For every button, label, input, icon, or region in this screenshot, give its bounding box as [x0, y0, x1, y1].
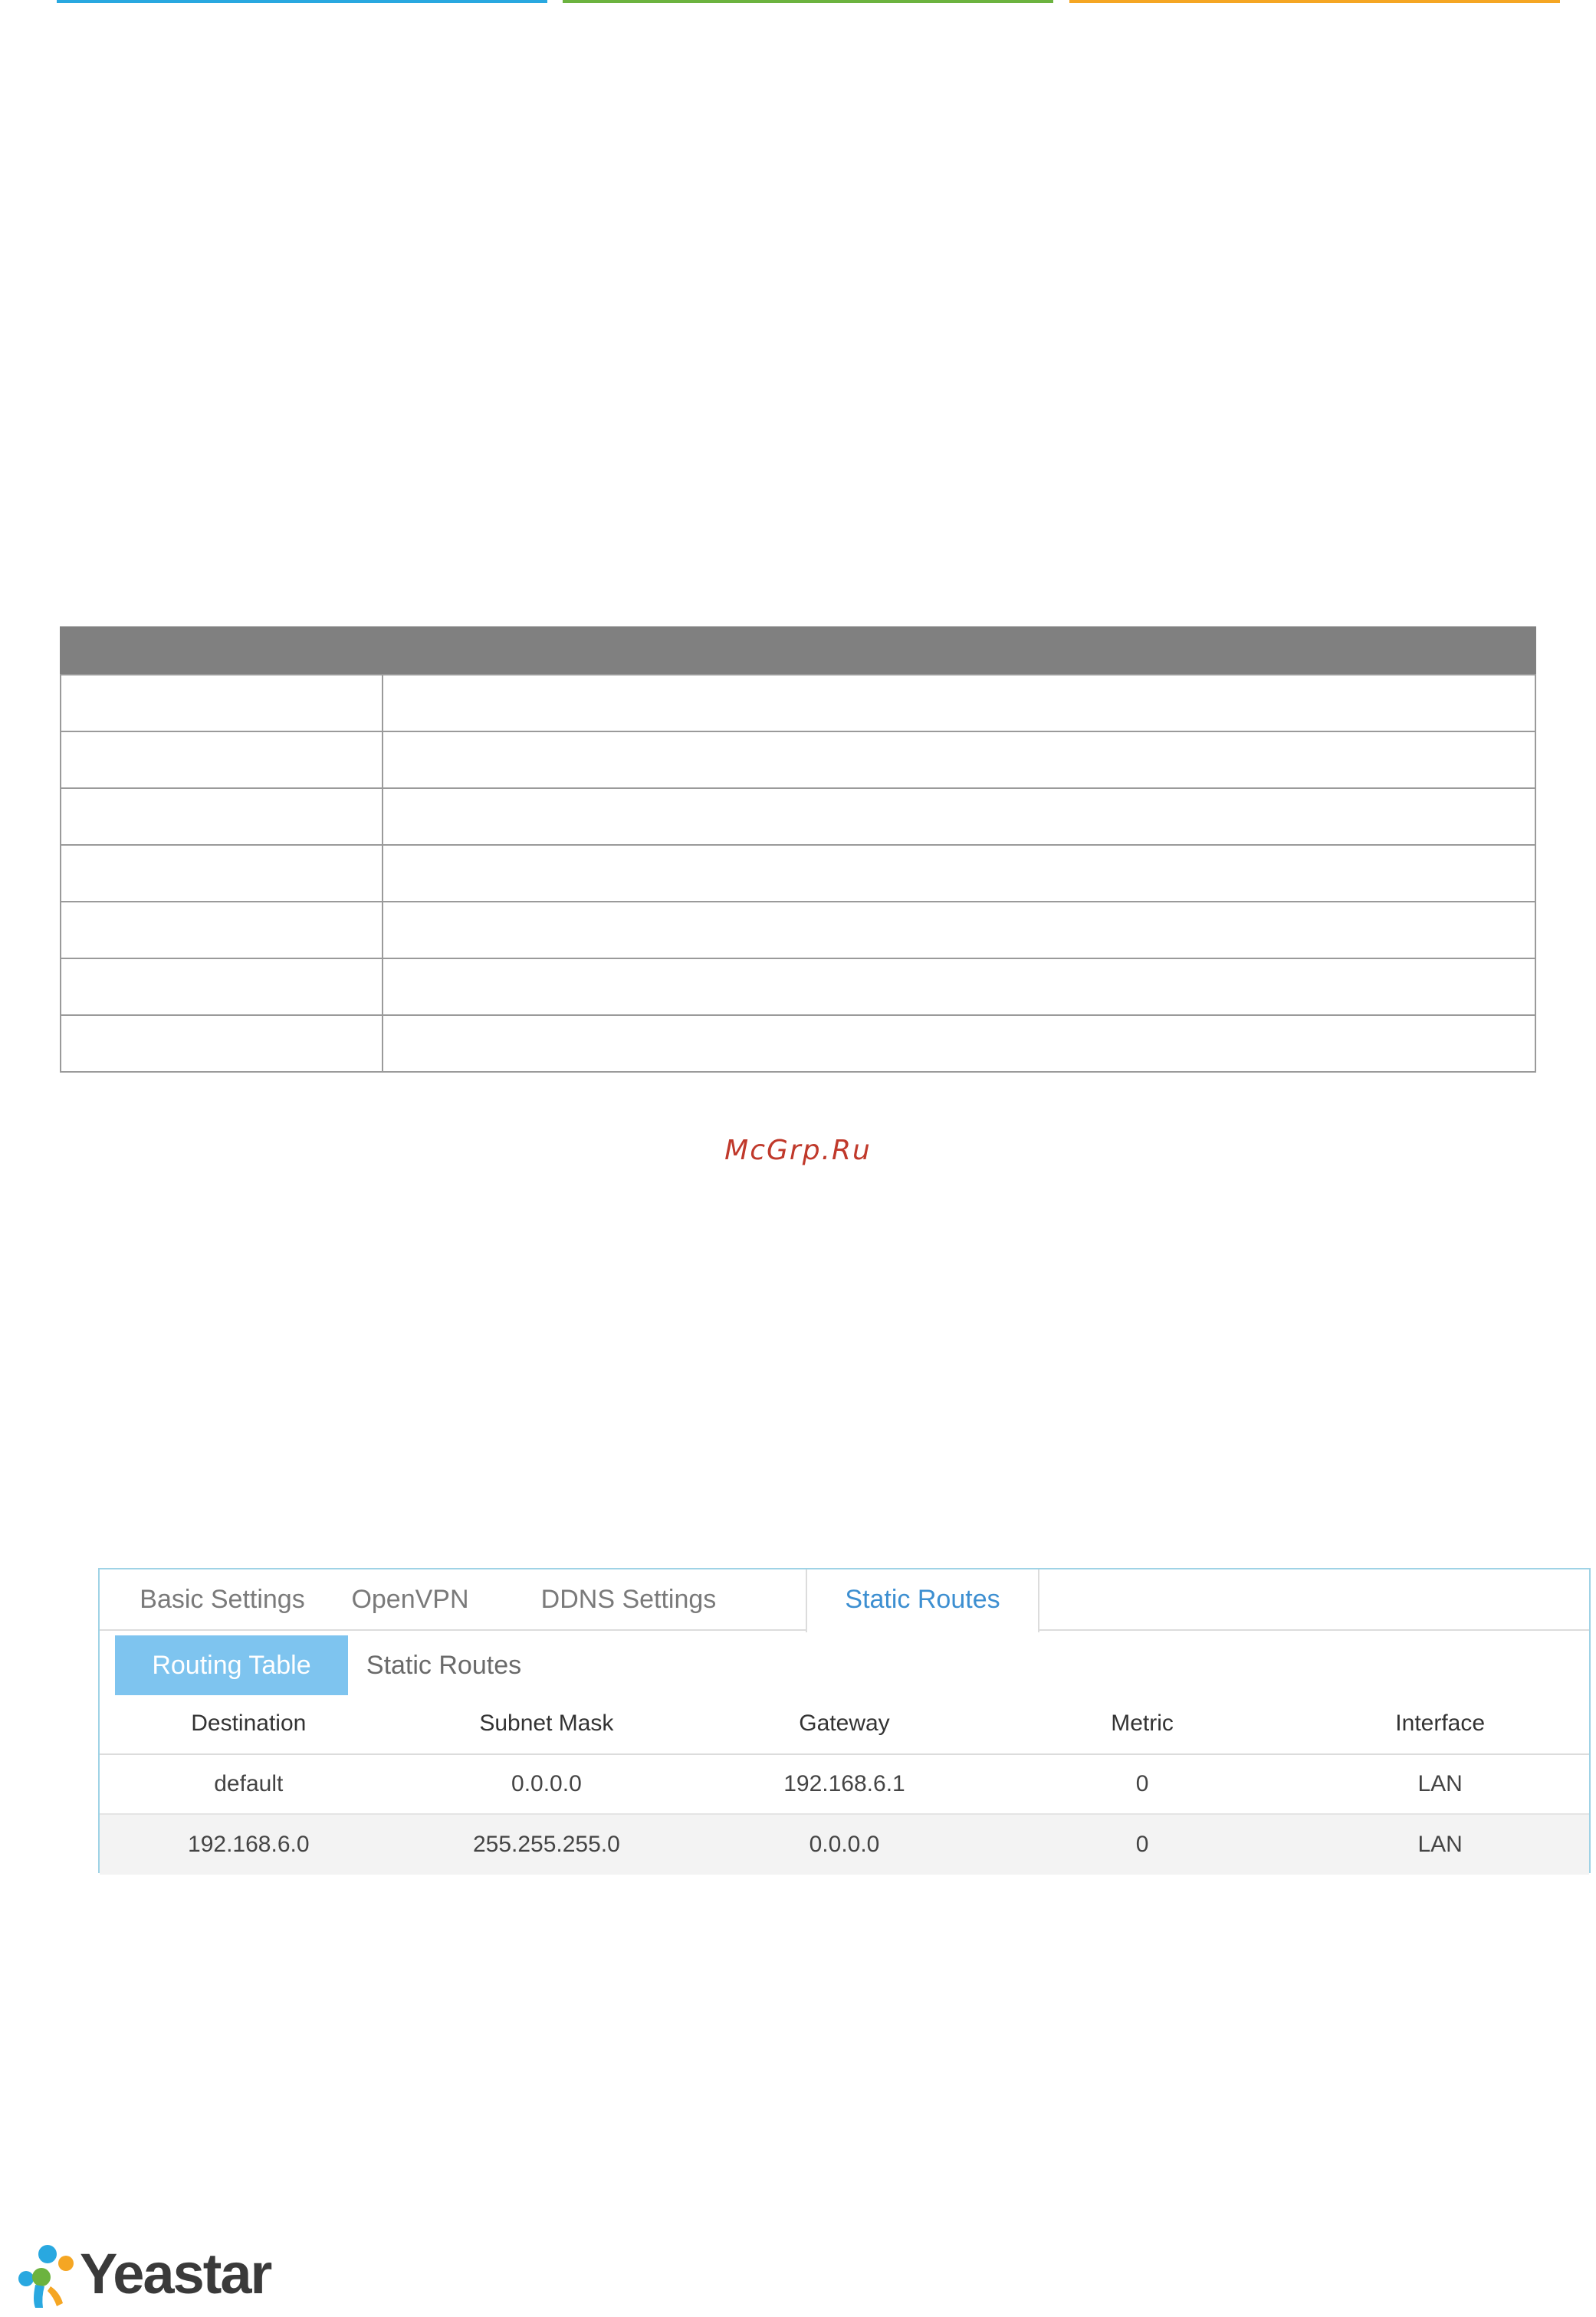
yeastar-logo: Yeastar — [12, 2239, 273, 2309]
yeastar-logo-text: Yeastar — [80, 2242, 272, 2305]
table-row — [60, 958, 1536, 1016]
cell-gateway: 192.168.6.1 — [783, 1771, 905, 1796]
routing-table-header: Destination Subnet Mask Gateway Metric I… — [100, 1694, 1589, 1755]
table-row — [60, 674, 1536, 732]
table-row — [60, 844, 1536, 902]
description-table-header — [60, 626, 1536, 674]
table-row: 192.168.6.0 255.255.255.0 0.0.0.0 0 LAN — [100, 1815, 1589, 1875]
subtab-routing-table[interactable]: Routing Table — [115, 1635, 348, 1695]
header-accent-bar-blue — [57, 0, 547, 3]
table-row — [60, 787, 1536, 846]
description-table — [60, 626, 1536, 1073]
cell-subnet-mask: 255.255.255.0 — [472, 1832, 620, 1857]
static-routes-panel: Basic Settings OpenVPN DDNS Settings Sta… — [98, 1568, 1591, 1875]
cell-interface: LAN — [1417, 1771, 1463, 1796]
header-accent-bar-green — [563, 0, 1053, 3]
table-row — [60, 901, 1536, 959]
tab-static-routes[interactable]: Static Routes — [806, 1569, 1039, 1632]
yeastar-logo-icon — [18, 2245, 74, 2308]
watermark-text: McGrp.Ru — [724, 1135, 872, 1166]
header-accent-bar-orange — [1069, 0, 1560, 3]
settings-tab-bar: Basic Settings OpenVPN DDNS Settings Sta… — [100, 1569, 1589, 1632]
description-table-body — [60, 674, 1536, 1073]
tab-basic-settings[interactable]: Basic Settings — [115, 1569, 330, 1631]
routing-table: Destination Subnet Mask Gateway Metric I… — [100, 1694, 1589, 1875]
column-header-metric: Metric — [1111, 1711, 1174, 1736]
column-header-destination: Destination — [191, 1711, 307, 1736]
table-row: default 0.0.0.0 192.168.6.1 0 LAN — [100, 1755, 1589, 1815]
subtab-static-routes[interactable]: Static Routes — [348, 1635, 540, 1695]
cell-destination: 192.168.6.0 — [188, 1832, 310, 1857]
cell-subnet-mask: 0.0.0.0 — [511, 1771, 582, 1796]
cell-interface: LAN — [1417, 1832, 1463, 1857]
column-header-subnet-mask: Subnet Mask — [479, 1711, 614, 1736]
column-header-interface: Interface — [1395, 1711, 1486, 1736]
table-row — [60, 731, 1536, 789]
column-header-gateway: Gateway — [799, 1711, 890, 1736]
cell-metric: 0 — [1135, 1771, 1149, 1796]
tab-ddns-settings[interactable]: DDNS Settings — [491, 1569, 767, 1631]
cell-metric: 0 — [1135, 1832, 1149, 1857]
tab-openvpn[interactable]: OpenVPN — [330, 1569, 491, 1631]
cell-destination: default — [214, 1771, 284, 1796]
table-row — [60, 1014, 1536, 1073]
cell-gateway: 0.0.0.0 — [809, 1832, 880, 1857]
